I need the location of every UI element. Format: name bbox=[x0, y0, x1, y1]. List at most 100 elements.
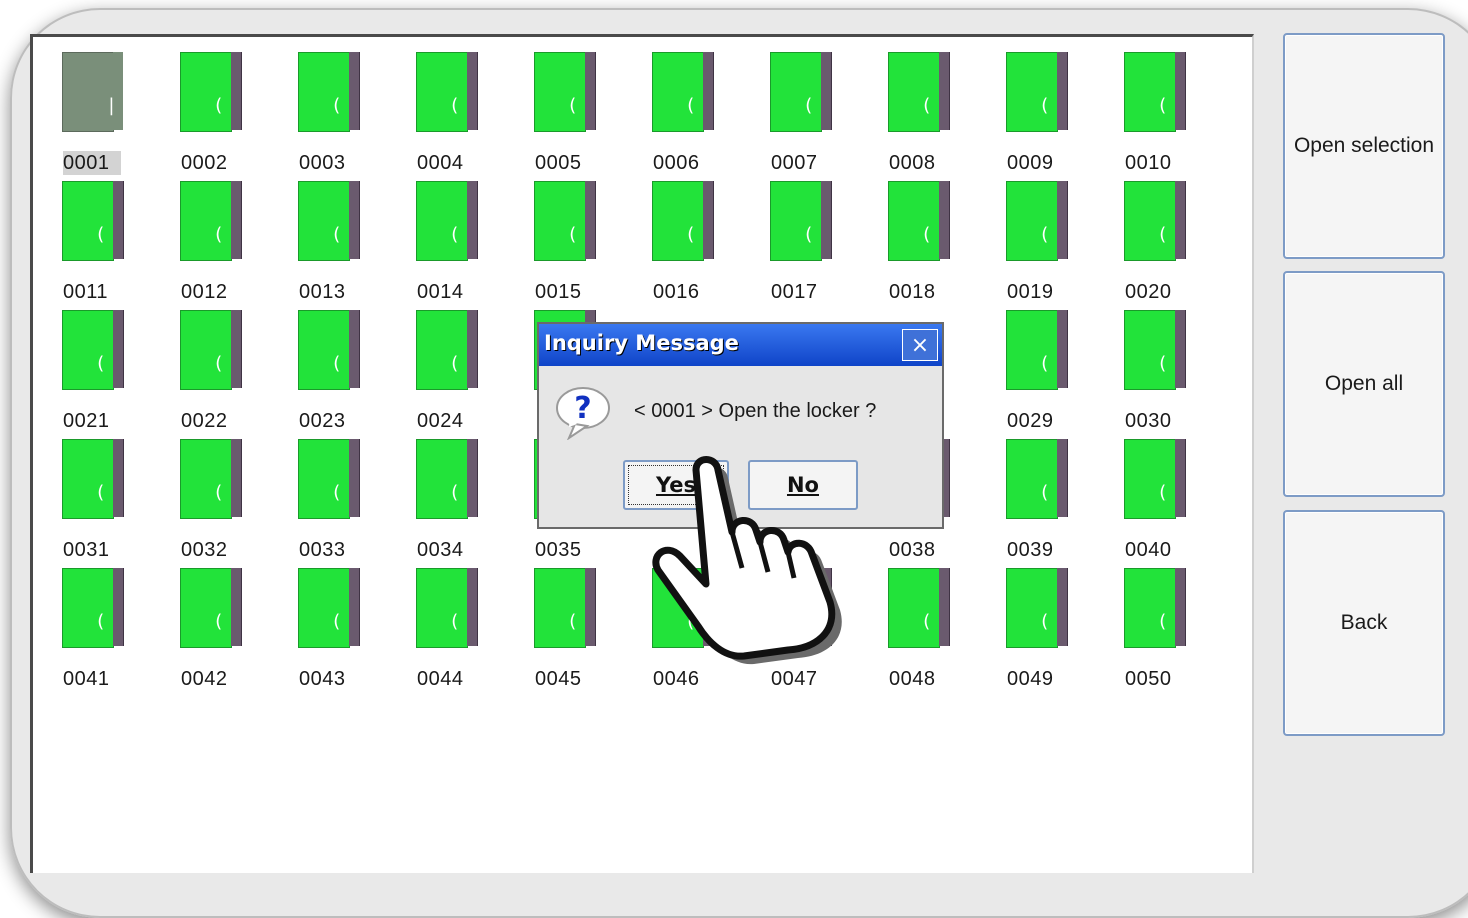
locker-label[interactable]: 0042 bbox=[181, 667, 251, 691]
locker-icon[interactable]: ( bbox=[1124, 181, 1186, 261]
locker-label[interactable]: 0040 bbox=[1125, 538, 1195, 562]
locker-label[interactable]: 0008 bbox=[889, 151, 959, 175]
locker-icon[interactable]: ( bbox=[416, 52, 478, 132]
locker-label[interactable]: 0038 bbox=[889, 538, 959, 562]
locker-icon[interactable]: | bbox=[62, 52, 124, 132]
locker-handle-icon: ( bbox=[685, 95, 696, 116]
locker-icon[interactable]: ( bbox=[416, 181, 478, 261]
locker-label[interactable]: 0019 bbox=[1007, 280, 1077, 304]
locker-label[interactable]: 0011 bbox=[63, 280, 133, 304]
locker-label[interactable]: 0017 bbox=[771, 280, 841, 304]
locker-label[interactable]: 0034 bbox=[417, 538, 487, 562]
locker-label[interactable]: 0035 bbox=[535, 538, 605, 562]
locker-label[interactable]: 0002 bbox=[181, 151, 251, 175]
locker-label[interactable]: 0014 bbox=[417, 280, 487, 304]
locker-door bbox=[770, 52, 822, 132]
locker-edge bbox=[231, 181, 242, 259]
pointing-hand-icon bbox=[648, 452, 858, 671]
locker-icon[interactable]: ( bbox=[888, 52, 950, 132]
locker-icon[interactable]: ( bbox=[416, 310, 478, 390]
locker-icon[interactable]: ( bbox=[1124, 568, 1186, 648]
close-icon[interactable]: × bbox=[902, 329, 938, 361]
locker-handle-icon: ( bbox=[331, 611, 342, 632]
locker-door bbox=[62, 439, 114, 519]
locker-icon[interactable]: ( bbox=[534, 181, 596, 261]
locker-label[interactable]: 0033 bbox=[299, 538, 369, 562]
locker-handle-icon: ( bbox=[1157, 95, 1168, 116]
locker-edge bbox=[113, 310, 124, 388]
locker-label[interactable]: 0030 bbox=[1125, 409, 1195, 433]
locker-label[interactable]: 0006 bbox=[653, 151, 723, 175]
locker-icon[interactable]: ( bbox=[62, 181, 124, 261]
locker-label[interactable]: 0010 bbox=[1125, 151, 1195, 175]
locker-label[interactable]: 0021 bbox=[63, 409, 133, 433]
locker-label[interactable]: 0024 bbox=[417, 409, 487, 433]
locker-icon[interactable]: ( bbox=[416, 568, 478, 648]
locker-icon[interactable]: ( bbox=[534, 568, 596, 648]
locker-label[interactable]: 0018 bbox=[889, 280, 959, 304]
locker-label[interactable]: 0023 bbox=[299, 409, 369, 433]
locker-label[interactable]: 0031 bbox=[63, 538, 133, 562]
locker-icon[interactable]: ( bbox=[298, 568, 360, 648]
locker-edge bbox=[349, 439, 360, 517]
locker-door bbox=[416, 568, 468, 648]
locker-icon[interactable]: ( bbox=[652, 181, 714, 261]
locker-label[interactable]: 0015 bbox=[535, 280, 605, 304]
locker-label[interactable]: 0048 bbox=[889, 667, 959, 691]
locker-label[interactable]: 0013 bbox=[299, 280, 369, 304]
locker-label[interactable]: 0049 bbox=[1007, 667, 1077, 691]
locker-handle-icon: ( bbox=[213, 482, 224, 503]
locker-icon[interactable]: ( bbox=[1006, 181, 1068, 261]
locker-icon[interactable]: ( bbox=[1124, 310, 1186, 390]
locker-icon[interactable]: ( bbox=[1006, 310, 1068, 390]
locker-icon[interactable]: ( bbox=[180, 439, 242, 519]
locker-icon[interactable]: ( bbox=[62, 310, 124, 390]
locker-icon[interactable]: ( bbox=[1006, 568, 1068, 648]
locker-label[interactable]: 0041 bbox=[63, 667, 133, 691]
locker-icon[interactable]: ( bbox=[1124, 52, 1186, 132]
locker-icon[interactable]: ( bbox=[298, 181, 360, 261]
locker-icon[interactable]: ( bbox=[652, 52, 714, 132]
locker-icon[interactable]: ( bbox=[534, 52, 596, 132]
locker-icon[interactable]: ( bbox=[1124, 439, 1186, 519]
locker-icon[interactable]: ( bbox=[298, 439, 360, 519]
locker-icon[interactable]: ( bbox=[770, 52, 832, 132]
open-selection-button[interactable]: Open selection bbox=[1283, 33, 1445, 259]
locker-icon[interactable]: ( bbox=[298, 52, 360, 132]
locker-label[interactable]: 0016 bbox=[653, 280, 723, 304]
locker-icon[interactable]: ( bbox=[770, 181, 832, 261]
locker-edge bbox=[1057, 52, 1068, 130]
locker-label[interactable]: 0001 bbox=[63, 151, 121, 175]
locker-icon[interactable]: ( bbox=[888, 568, 950, 648]
locker-icon[interactable]: ( bbox=[298, 310, 360, 390]
open-all-button[interactable]: Open all bbox=[1283, 271, 1445, 497]
locker-label[interactable]: 0029 bbox=[1007, 409, 1077, 433]
locker-door bbox=[62, 52, 114, 132]
locker-label[interactable]: 0022 bbox=[181, 409, 251, 433]
locker-icon[interactable]: ( bbox=[180, 181, 242, 261]
locker-icon[interactable]: ( bbox=[62, 568, 124, 648]
locker-label[interactable]: 0009 bbox=[1007, 151, 1077, 175]
locker-icon[interactable]: ( bbox=[1006, 439, 1068, 519]
locker-label[interactable]: 0032 bbox=[181, 538, 251, 562]
locker-icon[interactable]: ( bbox=[1006, 52, 1068, 132]
locker-label[interactable]: 0005 bbox=[535, 151, 605, 175]
locker-label[interactable]: 0012 bbox=[181, 280, 251, 304]
locker-icon[interactable]: ( bbox=[416, 439, 478, 519]
locker-label[interactable]: 0039 bbox=[1007, 538, 1077, 562]
locker-label[interactable]: 0004 bbox=[417, 151, 487, 175]
locker-label[interactable]: 0007 bbox=[771, 151, 841, 175]
locker-label[interactable]: 0020 bbox=[1125, 280, 1195, 304]
locker-label[interactable]: 0044 bbox=[417, 667, 487, 691]
locker-label[interactable]: 0043 bbox=[299, 667, 369, 691]
locker-icon[interactable]: ( bbox=[180, 568, 242, 648]
back-button[interactable]: Back bbox=[1283, 510, 1445, 736]
locker-icon[interactable]: ( bbox=[180, 310, 242, 390]
locker-label[interactable]: 0003 bbox=[299, 151, 369, 175]
locker-label[interactable]: 0045 bbox=[535, 667, 605, 691]
locker-label[interactable]: 0050 bbox=[1125, 667, 1195, 691]
locker-icon[interactable]: ( bbox=[62, 439, 124, 519]
locker-handle-icon: ( bbox=[1039, 224, 1050, 245]
locker-icon[interactable]: ( bbox=[888, 181, 950, 261]
locker-icon[interactable]: ( bbox=[180, 52, 242, 132]
